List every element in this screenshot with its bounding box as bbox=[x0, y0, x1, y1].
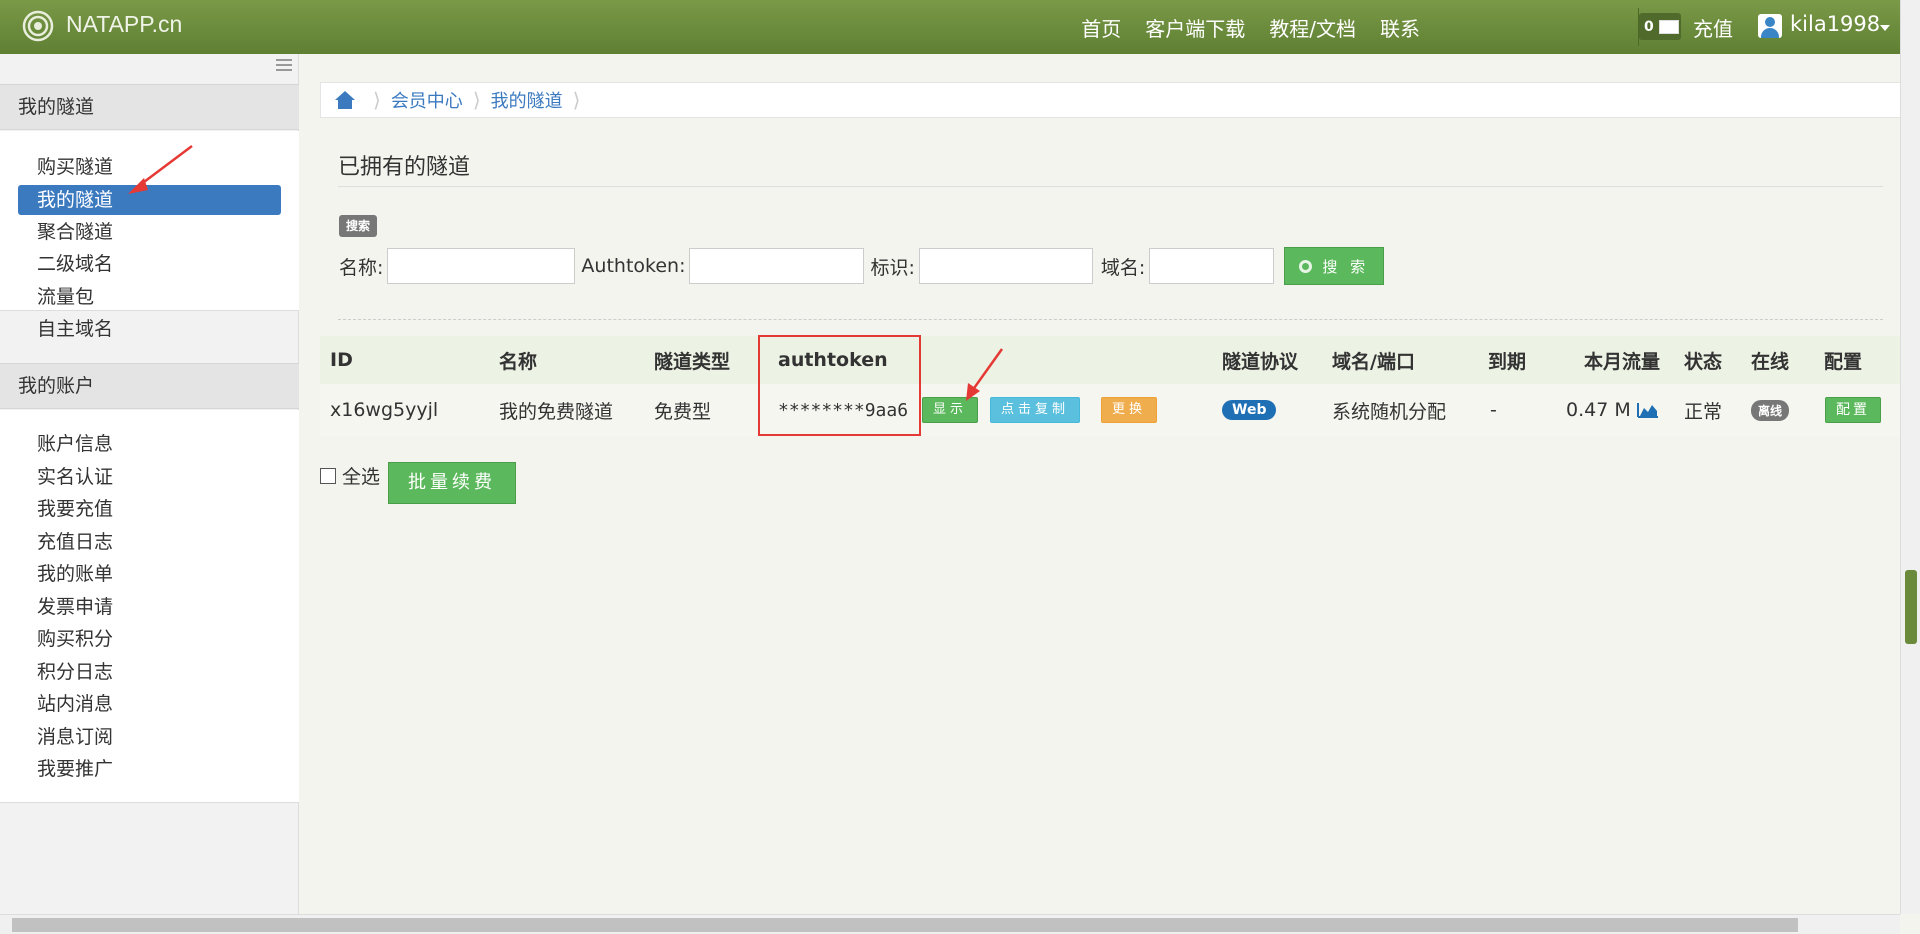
sidebar-item-account-info[interactable]: 账户信息 bbox=[18, 428, 281, 461]
natapp-logo-icon[interactable] bbox=[22, 10, 54, 42]
sidebar-item-traffic-pack[interactable]: 流量包 bbox=[18, 281, 281, 314]
col-domain: 域名/端口 bbox=[1332, 350, 1415, 373]
col-status: 状态 bbox=[1684, 350, 1723, 373]
search-badge: 搜索 bbox=[339, 215, 377, 237]
tunnel-traffic: 0.47 M bbox=[1566, 399, 1659, 421]
annotation-arrow-show-icon bbox=[966, 348, 1004, 401]
select-all-checkbox[interactable] bbox=[320, 467, 336, 484]
name-label: 名称: bbox=[339, 256, 384, 279]
col-type: 隧道类型 bbox=[654, 350, 731, 373]
main-content: ⟩ 会员中心 ⟩ 我的隧道 ⟩ 已拥有的隧道 搜索 名称: Authtoken:… bbox=[300, 54, 1905, 914]
tunnel-type: 免费型 bbox=[654, 400, 712, 423]
sidebar-section-tunnels: 我的隧道 bbox=[0, 84, 299, 130]
online-badge: 离线 bbox=[1751, 399, 1790, 421]
tunnel-table: ID 名称 隧道类型 authtoken 隧道协议 域名/端口 到期 本月流量 … bbox=[320, 336, 1900, 436]
sidebar-item-recharge[interactable]: 我要充值 bbox=[18, 493, 281, 526]
sidebar-item-recharge-log[interactable]: 充值日志 bbox=[18, 526, 281, 559]
vertical-scrollbar[interactable] bbox=[1900, 0, 1920, 914]
tunnel-domain: 系统随机分配 bbox=[1332, 400, 1447, 423]
traffic-value: 0.47 M bbox=[1566, 399, 1631, 421]
nav-link-home[interactable]: 首页 bbox=[1081, 13, 1121, 42]
protocol-badge: Web bbox=[1222, 400, 1277, 420]
sidebar-item-verification[interactable]: 实名认证 bbox=[18, 461, 281, 494]
brand-name[interactable]: NATAPP.cn bbox=[66, 11, 182, 38]
annotation-arrow-sidebar-icon bbox=[128, 145, 193, 194]
annotation-highlight-box bbox=[758, 335, 921, 436]
col-online: 在线 bbox=[1751, 350, 1790, 373]
col-name: 名称 bbox=[499, 350, 538, 373]
mail-count: 0 bbox=[1644, 18, 1654, 35]
dashed-divider bbox=[338, 319, 1883, 320]
col-expire: 到期 bbox=[1488, 350, 1527, 373]
sidebar-item-bills[interactable]: 我的账单 bbox=[18, 558, 281, 591]
nav-link-docs[interactable]: 教程/文档 bbox=[1269, 13, 1356, 42]
table-row: x16wg5yyjl 我的免费隧道 免费型 ********9aa6 显示 点击… bbox=[320, 384, 1900, 436]
user-avatar-icon[interactable] bbox=[1758, 14, 1782, 38]
breadcrumb: ⟩ 会员中心 ⟩ 我的隧道 ⟩ bbox=[320, 82, 1905, 118]
col-traffic: 本月流量 bbox=[1584, 350, 1661, 373]
sidebar-item-referral[interactable]: 我要推广 bbox=[18, 753, 281, 786]
username-dropdown[interactable]: kila1998 bbox=[1790, 12, 1880, 36]
change-token-button[interactable]: 更换 bbox=[1101, 397, 1158, 423]
domain-label: 域名: bbox=[1100, 256, 1146, 279]
tag-label: 标识: bbox=[870, 256, 915, 279]
tunnel-status: 正常 bbox=[1684, 400, 1723, 423]
select-all-label: 全选 bbox=[342, 466, 381, 488]
sidebar-item-buy-points[interactable]: 购买积分 bbox=[18, 623, 281, 656]
tag-input[interactable] bbox=[918, 248, 1093, 284]
search-form: 名称: Authtoken: 标识: 域名: 搜 索 bbox=[339, 247, 1385, 285]
sidebar-item-custom-domain[interactable]: 自主域名 bbox=[18, 313, 281, 346]
search-button[interactable]: 搜 索 bbox=[1284, 247, 1385, 285]
search-icon bbox=[1299, 259, 1313, 273]
area-chart-icon[interactable] bbox=[1636, 402, 1659, 418]
sidebar-item-subscriptions[interactable]: 消息订阅 bbox=[18, 721, 281, 754]
select-all[interactable]: 全选 bbox=[320, 462, 380, 489]
name-input[interactable] bbox=[387, 248, 576, 284]
page-title: 已拥有的隧道 bbox=[338, 155, 471, 180]
domain-input[interactable] bbox=[1149, 248, 1275, 284]
authtoken-label: Authtoken: bbox=[581, 255, 686, 277]
col-protocol: 隧道协议 bbox=[1222, 350, 1299, 373]
horizontal-scroll-thumb[interactable] bbox=[12, 918, 1798, 932]
tunnel-id: x16wg5yyjl bbox=[330, 399, 439, 421]
sidebar-item-subdomain[interactable]: 二级域名 bbox=[18, 248, 281, 281]
sidebar-item-messages[interactable]: 站内消息 bbox=[18, 688, 281, 721]
breadcrumb-member-center[interactable]: 会员中心 bbox=[391, 87, 463, 113]
horizontal-scrollbar[interactable] bbox=[0, 914, 1900, 934]
sidebar-item-invoice[interactable]: 发票申请 bbox=[18, 591, 281, 624]
sidebar-item-points-log[interactable]: 积分日志 bbox=[18, 656, 281, 689]
authtoken-input[interactable] bbox=[689, 248, 865, 284]
breadcrumb-my-tunnels[interactable]: 我的隧道 bbox=[491, 87, 563, 113]
sidebar-collapse-icon[interactable] bbox=[276, 59, 292, 71]
batch-renew-button[interactable]: 批量续费 bbox=[388, 462, 516, 504]
recharge-link[interactable]: 充值 bbox=[1693, 13, 1733, 42]
table-header: ID 名称 隧道类型 authtoken 隧道协议 域名/端口 到期 本月流量 … bbox=[320, 336, 1900, 384]
envelope-icon bbox=[1658, 19, 1679, 34]
config-button[interactable]: 配置 bbox=[1825, 397, 1881, 423]
col-id: ID bbox=[330, 349, 353, 371]
sidebar-menu-account: 账户信息 实名认证 我要充值 充值日志 我的账单 发票申请 购买积分 积分日志 … bbox=[0, 410, 299, 803]
nav-link-download[interactable]: 客户端下载 bbox=[1145, 13, 1245, 42]
sidebar-section-account: 我的账户 bbox=[0, 363, 299, 409]
tunnel-expire: - bbox=[1490, 399, 1497, 421]
nav-link-contact[interactable]: 联系 bbox=[1380, 13, 1420, 42]
top-navbar: NATAPP.cn 首页 客户端下载 教程/文档 联系 0 充值 kila199… bbox=[0, 0, 1920, 54]
sidebar-item-aggregate-tunnel[interactable]: 聚合隧道 bbox=[18, 216, 281, 249]
col-config: 配置 bbox=[1824, 350, 1863, 373]
tunnel-name: 我的免费隧道 bbox=[499, 400, 614, 423]
mail-button[interactable]: 0 bbox=[1639, 13, 1681, 40]
chevron-down-icon[interactable] bbox=[1880, 25, 1890, 31]
nav-links: 首页 客户端下载 教程/文档 联系 bbox=[1081, 0, 1420, 54]
title-divider bbox=[338, 186, 1883, 187]
home-icon[interactable] bbox=[335, 91, 355, 109]
vertical-scroll-thumb[interactable] bbox=[1905, 570, 1917, 644]
